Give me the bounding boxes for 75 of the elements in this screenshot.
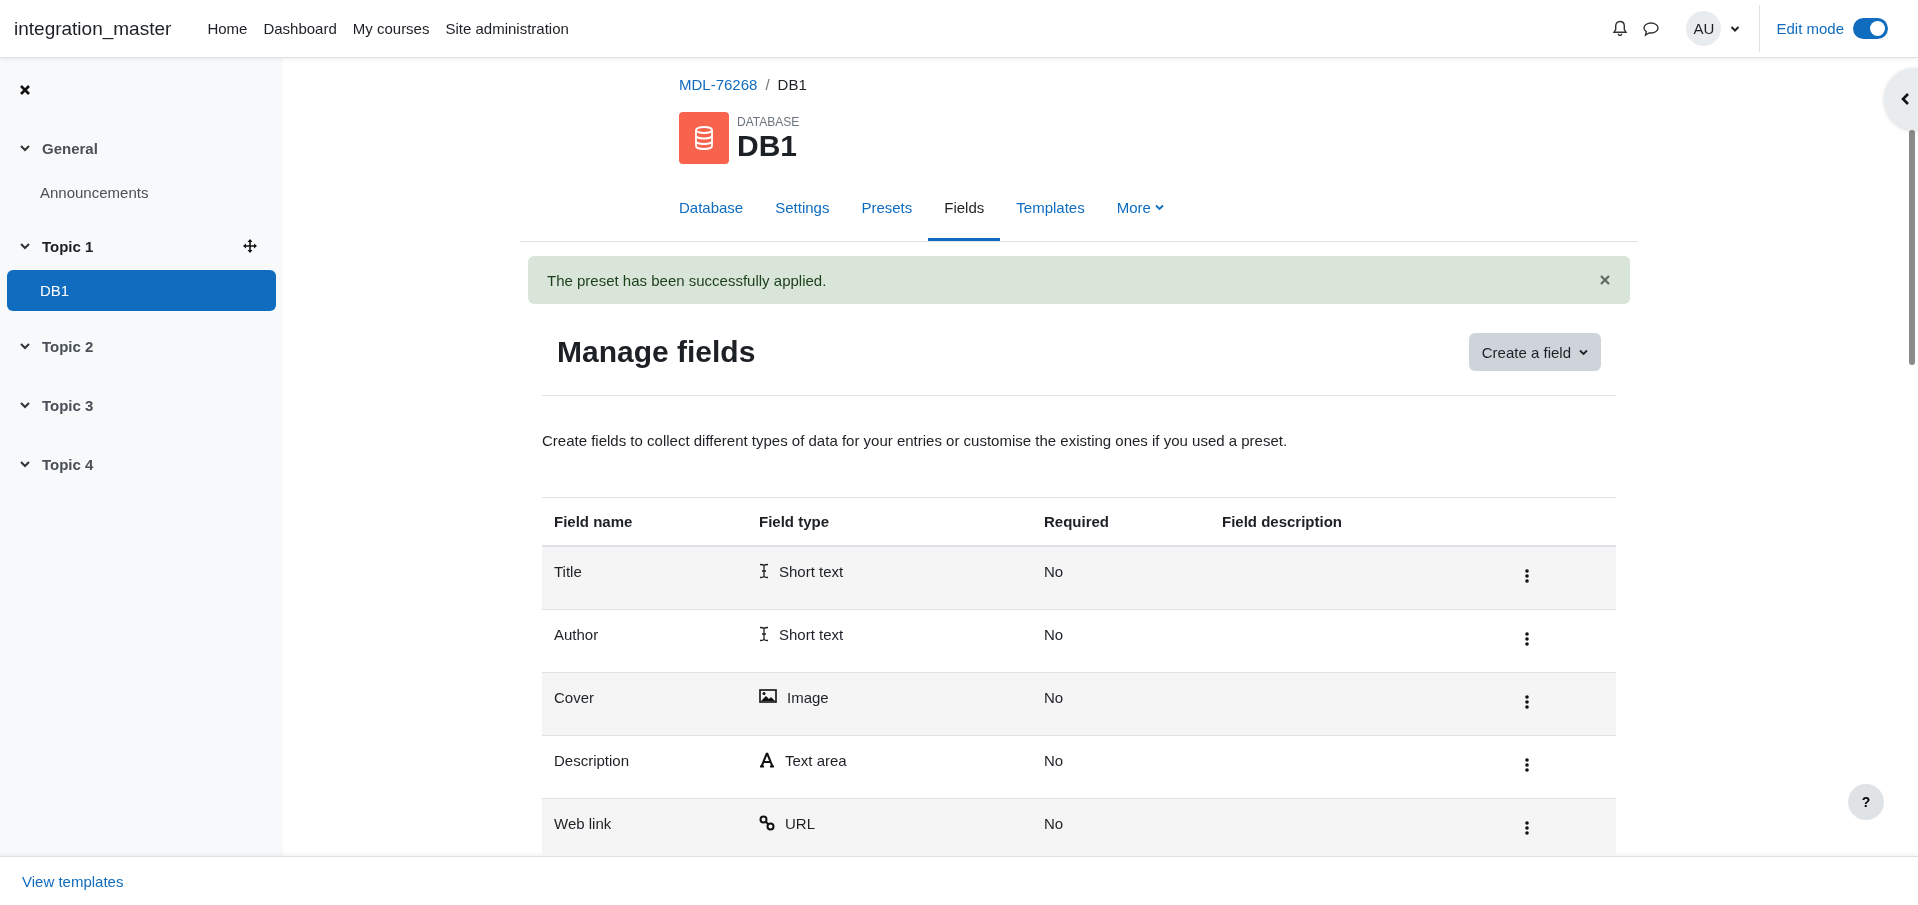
edit-mode-toggle[interactable] <box>1853 18 1888 39</box>
nav-tab[interactable]: Fields <box>928 187 1001 241</box>
kebab-menu-icon[interactable] <box>1525 695 1529 709</box>
image-icon <box>759 689 777 703</box>
kebab-menu-icon[interactable] <box>1525 821 1529 835</box>
sidebar-item[interactable]: DB1 <box>7 270 276 311</box>
edit-mode-label: Edit mode <box>1776 20 1844 37</box>
text-cursor-icon <box>759 626 769 642</box>
text-cursor-icon <box>759 563 769 579</box>
database-icon <box>679 112 729 164</box>
table-cell-text: Title <box>553 563 583 582</box>
column-header: Field description <box>1221 513 1343 530</box>
section-title[interactable]: Topic 1 <box>42 237 94 255</box>
table-cell-text: No <box>1043 752 1065 771</box>
caret-icon[interactable] <box>1730 24 1741 33</box>
alert-message: The preset has been successfully applied. <box>547 271 827 289</box>
chat-bubble-icon[interactable] <box>1642 20 1661 37</box>
move-icon[interactable] <box>243 239 257 253</box>
caret-icon <box>1579 348 1588 356</box>
section-title[interactable]: Topic 4 <box>42 455 94 473</box>
page-heading: Manage fields <box>557 335 756 369</box>
table-cell-text: No <box>1043 689 1065 708</box>
breadcrumb-separator: / <box>765 76 770 93</box>
field-type-text: Short text <box>779 563 844 580</box>
nav-link[interactable]: Site administration <box>445 20 569 37</box>
nav-tab[interactable]: More <box>1100 187 1180 241</box>
chevron-icon[interactable] <box>19 400 31 410</box>
nav-link[interactable]: Dashboard <box>263 20 337 37</box>
nav-link[interactable]: My courses <box>352 20 430 37</box>
activity-type-label: DATABASE <box>737 114 800 129</box>
kebab-menu-icon[interactable] <box>1525 632 1529 646</box>
table-cell-text: No <box>1043 626 1065 645</box>
chevron-left-icon <box>1900 92 1910 106</box>
breadcrumb-current: DB1 <box>777 76 807 93</box>
field-type-text: Text area <box>785 752 847 769</box>
chevron-icon[interactable] <box>19 143 31 153</box>
bell-icon[interactable] <box>1612 20 1629 37</box>
intro-text: Create fields to collect different types of data for your entries or customise the existing ones if you used a preset. <box>542 432 1289 449</box>
help-button[interactable]: ? <box>1848 784 1884 820</box>
close-icon[interactable] <box>19 84 31 96</box>
sidebar-item[interactable]: Announcements <box>7 172 276 213</box>
nav-tab[interactable]: Database <box>663 187 760 241</box>
kebab-menu-icon[interactable] <box>1525 569 1529 583</box>
kebab-menu-icon[interactable] <box>1525 758 1529 772</box>
table-cell-text: Cover <box>553 689 595 708</box>
chevron-icon[interactable] <box>19 341 31 351</box>
field-type-text: Short text <box>779 626 844 643</box>
section-title[interactable]: Topic 3 <box>42 396 94 414</box>
site-name[interactable]: integration_master <box>14 17 172 40</box>
letter-a-icon <box>759 752 775 768</box>
chevron-icon[interactable] <box>19 241 31 251</box>
breadcrumb-link[interactable]: MDL-76268 <box>679 76 758 93</box>
section-title[interactable]: Topic 2 <box>42 337 94 355</box>
nav-tab[interactable]: Templates <box>1000 187 1101 241</box>
table-cell-text: Web link <box>553 815 613 834</box>
field-type-text: URL <box>785 815 815 832</box>
scrollbar-thumb[interactable] <box>1909 130 1915 365</box>
view-templates-link[interactable]: View templates <box>22 872 124 890</box>
activity-title: DB1 <box>737 128 798 162</box>
column-header: Required <box>1043 513 1110 530</box>
table-cell-text: Author <box>553 626 600 645</box>
user-avatar[interactable]: AU <box>1686 11 1722 46</box>
link-icon <box>759 815 775 831</box>
column-header: Field type <box>758 513 830 530</box>
table-cell-text: Description <box>553 752 631 771</box>
section-title[interactable]: General <box>42 139 98 157</box>
nav-tab[interactable]: Settings <box>759 187 846 241</box>
column-header: Field name <box>553 513 634 530</box>
table-cell-text: No <box>1043 815 1065 834</box>
create-field-button[interactable]: Create a field <box>1468 333 1601 371</box>
nav-tab[interactable]: Presets <box>845 187 929 241</box>
nav-link[interactable]: Home <box>207 20 248 37</box>
table-cell-text: No <box>1043 563 1065 582</box>
field-type-text: Image <box>787 689 829 706</box>
chevron-icon[interactable] <box>19 459 31 469</box>
